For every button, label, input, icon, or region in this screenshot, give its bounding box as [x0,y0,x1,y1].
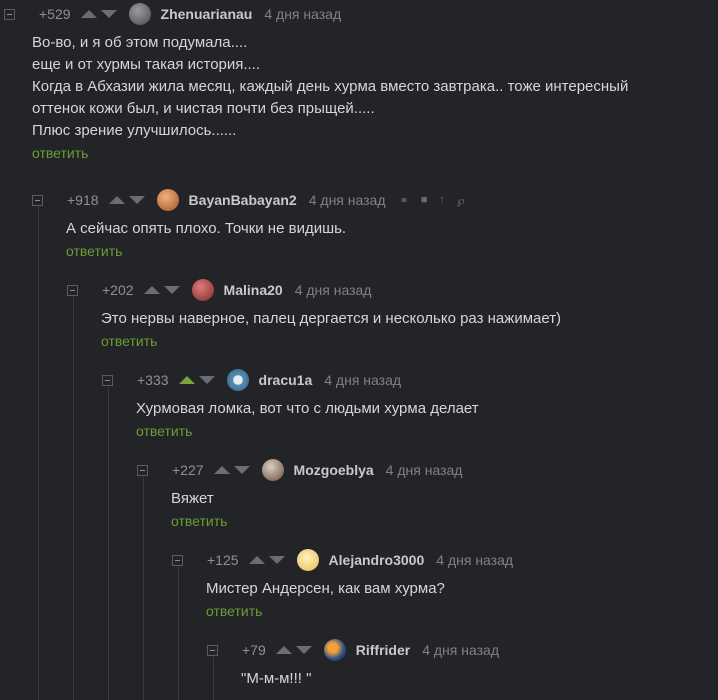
comment-line: Когда в Абхазии жила месяц, каждый день … [32,78,629,95]
reply-link[interactable]: ответить [171,513,462,529]
comment-username[interactable]: Malina20 [224,282,283,298]
reply-link[interactable]: ответить [136,423,479,439]
upvote-icon[interactable] [213,466,230,474]
downvote-icon[interactable] [233,466,250,474]
comment-rating: +333 [137,372,169,388]
comment: +918 BayanBabayan2 4 дня назад ⚭ ■ ↑ ℘ А… [32,189,465,259]
comment-username[interactable]: Mozgoeblya [294,462,374,478]
upvote-icon[interactable] [275,646,292,654]
upvote-icon[interactable] [248,556,265,564]
reply-link[interactable]: ответить [101,333,561,349]
upvote-icon[interactable] [178,376,195,384]
comment-header: +202 Malina20 4 дня назад [67,279,561,301]
comment-body: А сейчас опять плохо. Точки не видишь. [66,218,465,240]
thread-line [73,297,74,700]
pin-up-icon[interactable]: ↑ [439,194,445,206]
link-icon[interactable]: ⚭ [400,194,409,207]
comment-username[interactable]: Riffrider [356,642,410,658]
collapse-toggle[interactable] [172,554,183,566]
comment-line: оттенок кожи был, и чистая почти без пры… [32,100,375,117]
comment-rating: +79 [242,642,266,658]
avatar[interactable] [323,639,346,661]
comment-body: "М-м-м!!! " [241,668,499,690]
avatar[interactable] [156,189,179,211]
comment-rating: +202 [102,282,134,298]
comment-header: +79 Riffrider 4 дня назад [207,639,499,661]
comment-time[interactable]: 4 дня назад [309,192,386,208]
downvote-icon[interactable] [100,10,117,18]
downvote-icon[interactable] [198,376,215,384]
comment-username[interactable]: Zhenuarianau [161,6,253,22]
comment: +227 Mozgoeblya 4 дня назад Вяжет ответи… [137,459,462,529]
comment-time[interactable]: 4 дня назад [436,552,513,568]
comment-header: +918 BayanBabayan2 4 дня назад ⚭ ■ ↑ ℘ [32,189,465,211]
comment-body: Мистер Андерсен, как вам хурма? [206,578,513,600]
upvote-icon[interactable] [108,196,125,204]
comment-rating: +125 [207,552,239,568]
downvote-icon[interactable] [268,556,285,564]
comment-header: +529 Zhenuarianau 4 дня назад [0,3,628,25]
comment-username[interactable]: BayanBabayan2 [189,192,297,208]
downvote-icon[interactable] [128,196,145,204]
avatar[interactable] [128,3,151,25]
comment-time[interactable]: 4 дня назад [386,462,463,478]
collapse-toggle[interactable] [207,644,218,656]
comment-line: "М-м-м!!! " [241,670,312,687]
reply-link[interactable]: ответить [66,243,465,259]
comment-line: Вяжет [171,490,214,507]
more-icon[interactable]: ℘ [457,194,465,207]
avatar[interactable] [226,369,249,391]
comment-body: Хурмовая ломка, вот что с людьми хурма д… [136,398,479,420]
comment-time[interactable]: 4 дня назад [295,282,372,298]
comment-header: +227 Mozgoeblya 4 дня назад [137,459,462,481]
comment: +79 Riffrider 4 дня назад "М-м-м!!! " [207,639,499,690]
comment-body: Это нервы наверное, палец дергается и не… [101,308,561,330]
comment-body: Вяжет [171,488,462,510]
downvote-icon[interactable] [295,646,312,654]
comment-time[interactable]: 4 дня назад [324,372,401,388]
avatar[interactable] [191,279,214,301]
comment-time[interactable]: 4 дня назад [422,642,499,658]
upvote-icon[interactable] [143,286,160,294]
downvote-icon[interactable] [163,286,180,294]
collapse-toggle[interactable] [32,194,43,206]
comment-line: Во-во, и я об этом подумала.... [32,34,248,51]
comment-header: +125 Alejandro3000 4 дня назад [172,549,513,571]
comment-username[interactable]: dracu1a [259,372,313,388]
upvote-icon[interactable] [80,10,97,18]
comment-line: Это нервы наверное, палец дергается и не… [101,310,562,327]
comment-username[interactable]: Alejandro3000 [329,552,425,568]
collapse-toggle[interactable] [102,374,113,386]
thread-line [38,207,39,700]
save-icon[interactable]: ■ [421,194,428,206]
reply-link[interactable]: ответить [32,145,628,161]
comment: +125 Alejandro3000 4 дня назад Мистер Ан… [172,549,513,619]
comment-rating: +529 [39,6,71,22]
comment-body: Во-во, и я об этом подумала.... еще и от… [32,32,628,142]
comment: +529 Zhenuarianau 4 дня назад Во-во, и я… [0,3,628,161]
comment-line: Мистер Андерсен, как вам хурма? [206,580,445,597]
comment-time[interactable]: 4 дня назад [264,6,341,22]
avatar[interactable] [261,459,284,481]
comment-rating: +918 [67,192,99,208]
collapse-toggle[interactable] [4,8,15,20]
comment-line: Плюс зрение улучшилось...... [32,122,237,139]
comment-line: Хурмовая ломка, вот что с людьми хурма д… [136,400,479,417]
comment-header: +333 dracu1a 4 дня назад [102,369,479,391]
avatar[interactable] [296,549,319,571]
collapse-toggle[interactable] [137,464,148,476]
comment: +333 dracu1a 4 дня назад Хурмовая ломка,… [102,369,479,439]
comment-rating: +227 [172,462,204,478]
comment: +202 Malina20 4 дня назад Это нервы наве… [67,279,561,349]
comment-actions: ⚭ ■ ↑ ℘ [400,194,465,207]
comment-line: еще и от хурмы такая история.... [32,56,261,73]
collapse-toggle[interactable] [67,284,78,296]
comment-line: А сейчас опять плохо. Точки не видишь. [66,220,347,237]
reply-link[interactable]: ответить [206,603,513,619]
